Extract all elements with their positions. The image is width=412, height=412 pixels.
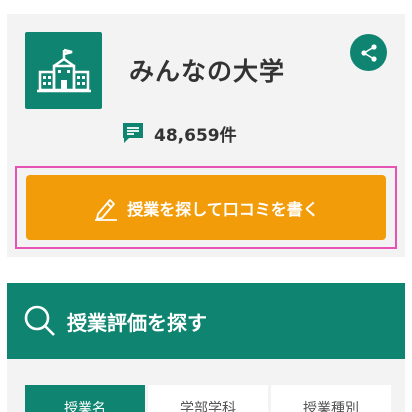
review-count-value: 48,659件	[154, 125, 237, 146]
tab-label: 授業種別	[303, 401, 359, 412]
share-button[interactable]	[350, 34, 387, 71]
write-review-button[interactable]: 授業を探して口コミを書く	[26, 175, 386, 240]
cta-highlight-frame: 授業を探して口コミを書く	[15, 166, 397, 249]
write-review-button-label: 授業を探して口コミを書く	[127, 199, 319, 219]
comment-icon	[123, 123, 143, 143]
app-header-card: みんなの大学 48,659件 授業を探して口コミを書く	[7, 14, 405, 257]
tab-label: 授業名	[64, 401, 106, 412]
pencil-icon	[95, 198, 118, 221]
search-icon	[24, 305, 55, 336]
search-panel-title: 授業評価を探す	[67, 310, 207, 335]
share-icon	[360, 43, 377, 62]
app-logo	[25, 32, 102, 109]
review-count: 48,659件	[121, 121, 237, 146]
search-tabs: 授業名 学部学科 授業種別	[7, 359, 405, 412]
tab-course-name[interactable]: 授業名	[25, 385, 145, 412]
tab-label: 学部学科	[180, 401, 236, 412]
school-building-icon	[36, 48, 91, 92]
search-panel: 授業評価を探す	[7, 283, 405, 359]
tab-faculty[interactable]: 学部学科	[148, 385, 268, 412]
tab-course-type[interactable]: 授業種別	[271, 385, 391, 412]
page-title: みんなの大学	[129, 57, 286, 86]
